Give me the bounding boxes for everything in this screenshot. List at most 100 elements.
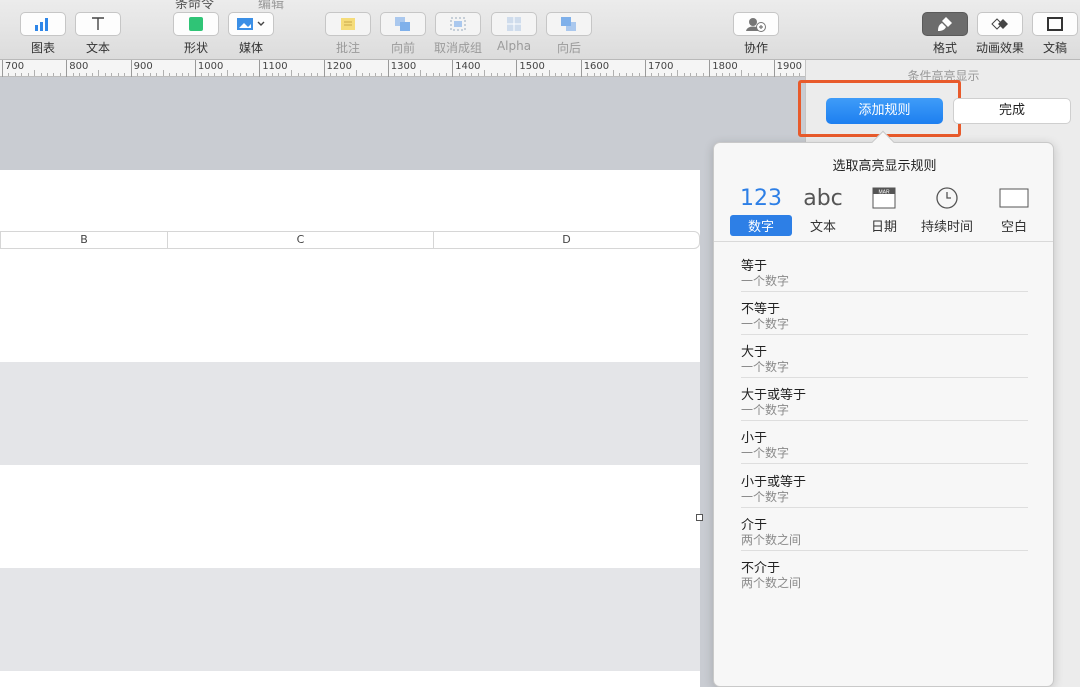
ruler-label: 800 xyxy=(69,61,89,72)
ruler-minor-tick xyxy=(72,73,74,76)
comment-button[interactable]: 批注 xyxy=(318,12,378,56)
ruler-minor-tick xyxy=(227,70,229,76)
ruler-minor-tick xyxy=(214,73,216,76)
bring-forward-icon xyxy=(380,12,426,36)
ungroup-icon xyxy=(435,12,481,36)
rule-option[interactable]: 介于 两个数之间 xyxy=(741,508,1028,551)
text-icon xyxy=(75,12,121,36)
ruler-minor-tick xyxy=(522,73,524,76)
ruler-minor-tick xyxy=(670,73,672,76)
ruler-minor-tick xyxy=(169,73,171,76)
ruler-minor-tick xyxy=(767,73,769,76)
rule-option[interactable]: 大于或等于 一个数字 xyxy=(741,378,1028,421)
category-blank-label: 空白 xyxy=(1000,220,1027,235)
chart-icon xyxy=(20,12,66,36)
text-label: 文本 xyxy=(85,41,110,55)
media-button[interactable]: 媒体 xyxy=(221,12,281,56)
alpha-icon xyxy=(491,12,537,36)
ruler-minor-tick xyxy=(79,73,81,76)
ruler-label: 1900 xyxy=(776,61,803,72)
shape-button[interactable]: 形状 xyxy=(166,12,226,56)
horizontal-ruler: 700 800 900 1000 1100 1200 1300 1400 1500 1600 170… xyxy=(0,60,833,77)
format-button[interactable]: 格式 xyxy=(915,12,975,56)
calendar-icon: MAR xyxy=(872,183,896,213)
column-header-d[interactable]: D xyxy=(434,232,699,248)
ruler-minor-tick xyxy=(124,73,126,76)
add-rule-button[interactable]: 添加规则 xyxy=(826,98,943,124)
animate-icon xyxy=(977,12,1023,36)
ruler-tick xyxy=(259,60,261,77)
resize-handle[interactable] xyxy=(696,514,703,521)
ruler-label: 1600 xyxy=(583,61,610,72)
done-button[interactable]: 完成 xyxy=(953,98,1071,124)
ruler-minor-tick xyxy=(265,73,267,76)
document-label: 文稿 xyxy=(1042,41,1067,55)
rule-option[interactable]: 不等于 一个数字 xyxy=(741,292,1028,335)
ruler-minor-tick xyxy=(696,73,698,76)
ruler-minor-tick xyxy=(484,70,486,76)
popover-divider xyxy=(714,241,1053,242)
rule-option[interactable]: 小于或等于 一个数字 xyxy=(741,465,1028,508)
column-header-c[interactable]: C xyxy=(168,232,434,248)
ruler-minor-tick xyxy=(792,73,794,76)
rule-desc: 两个数之间 xyxy=(741,533,802,547)
chart-button[interactable]: 图表 xyxy=(13,12,73,56)
send-backward-label: 向后 xyxy=(556,41,581,55)
ruler-minor-tick xyxy=(786,73,788,76)
category-number[interactable]: 123 数字 xyxy=(730,183,792,236)
rule-option[interactable]: 不介于 两个数之间 xyxy=(741,551,1028,594)
ruler-minor-tick xyxy=(156,73,158,76)
media-label: 媒体 xyxy=(238,41,263,55)
ruler-minor-tick xyxy=(149,73,151,76)
document-button[interactable]: 文稿 xyxy=(1025,12,1080,56)
ruler-minor-tick xyxy=(394,73,396,76)
ruler-minor-tick xyxy=(137,73,139,76)
animate-button[interactable]: 动画效果 xyxy=(970,12,1030,56)
ruler-minor-tick xyxy=(445,73,447,76)
ruler-minor-tick xyxy=(368,73,370,76)
ruler-minor-tick xyxy=(40,73,42,76)
ruler-minor-tick xyxy=(657,73,659,76)
ruler-minor-tick xyxy=(374,73,376,76)
ungroup-label: 取消成组 xyxy=(433,41,482,55)
ruler-label: 700 xyxy=(5,61,25,72)
ruler-minor-tick xyxy=(477,73,479,76)
rule-option[interactable]: 等于 一个数字 xyxy=(741,249,1028,292)
category-text[interactable]: abc 文本 xyxy=(792,183,854,236)
ruler-minor-tick xyxy=(284,73,286,76)
ruler-minor-tick xyxy=(407,73,409,76)
popover-title: 选取高亮显示规则 xyxy=(832,159,937,174)
ruler-tick xyxy=(516,60,518,77)
ruler-minor-tick xyxy=(509,73,511,76)
text-button[interactable]: 文本 xyxy=(68,12,128,56)
send-backward-icon xyxy=(546,12,592,36)
ruler-minor-tick xyxy=(471,73,473,76)
ruler-minor-tick xyxy=(799,73,801,76)
category-duration[interactable]: 持续时间 xyxy=(916,183,978,236)
alpha-button[interactable]: Alpha xyxy=(484,12,544,53)
column-header-b[interactable]: B xyxy=(1,232,168,248)
ruler-minor-tick xyxy=(349,73,351,76)
ruler-minor-tick xyxy=(278,73,280,76)
bring-forward-button[interactable]: 向前 xyxy=(373,12,433,56)
ruler-minor-tick xyxy=(111,73,113,76)
send-backward-button[interactable]: 向后 xyxy=(539,12,599,56)
ruler-minor-tick xyxy=(336,73,338,76)
chart-label: 图表 xyxy=(30,41,55,55)
ruler-minor-tick xyxy=(14,73,16,76)
ungroup-button[interactable]: 取消成组 xyxy=(428,12,488,56)
ruler-minor-tick xyxy=(342,73,344,76)
ruler-minor-tick xyxy=(606,73,608,76)
collaborate-button[interactable]: 协作 xyxy=(726,12,786,56)
category-date[interactable]: MAR 日期 xyxy=(853,183,915,236)
ruler-minor-tick xyxy=(587,73,589,76)
ruler-minor-tick xyxy=(175,73,177,76)
highlight-rule-popover: 选取高亮显示规则 123 数字 abc 文本 MAR 日期 持续时间 空白 等于… xyxy=(713,130,1054,687)
rule-option[interactable]: 大于 一个数字 xyxy=(741,335,1028,378)
category-blank[interactable]: 空白 xyxy=(983,183,1045,236)
rule-option[interactable]: 小于 一个数字 xyxy=(741,421,1028,464)
ruler-minor-tick xyxy=(297,73,299,76)
ruler-minor-tick xyxy=(612,70,614,76)
ruler-minor-tick xyxy=(683,73,685,76)
ruler-label: 900 xyxy=(133,61,153,72)
